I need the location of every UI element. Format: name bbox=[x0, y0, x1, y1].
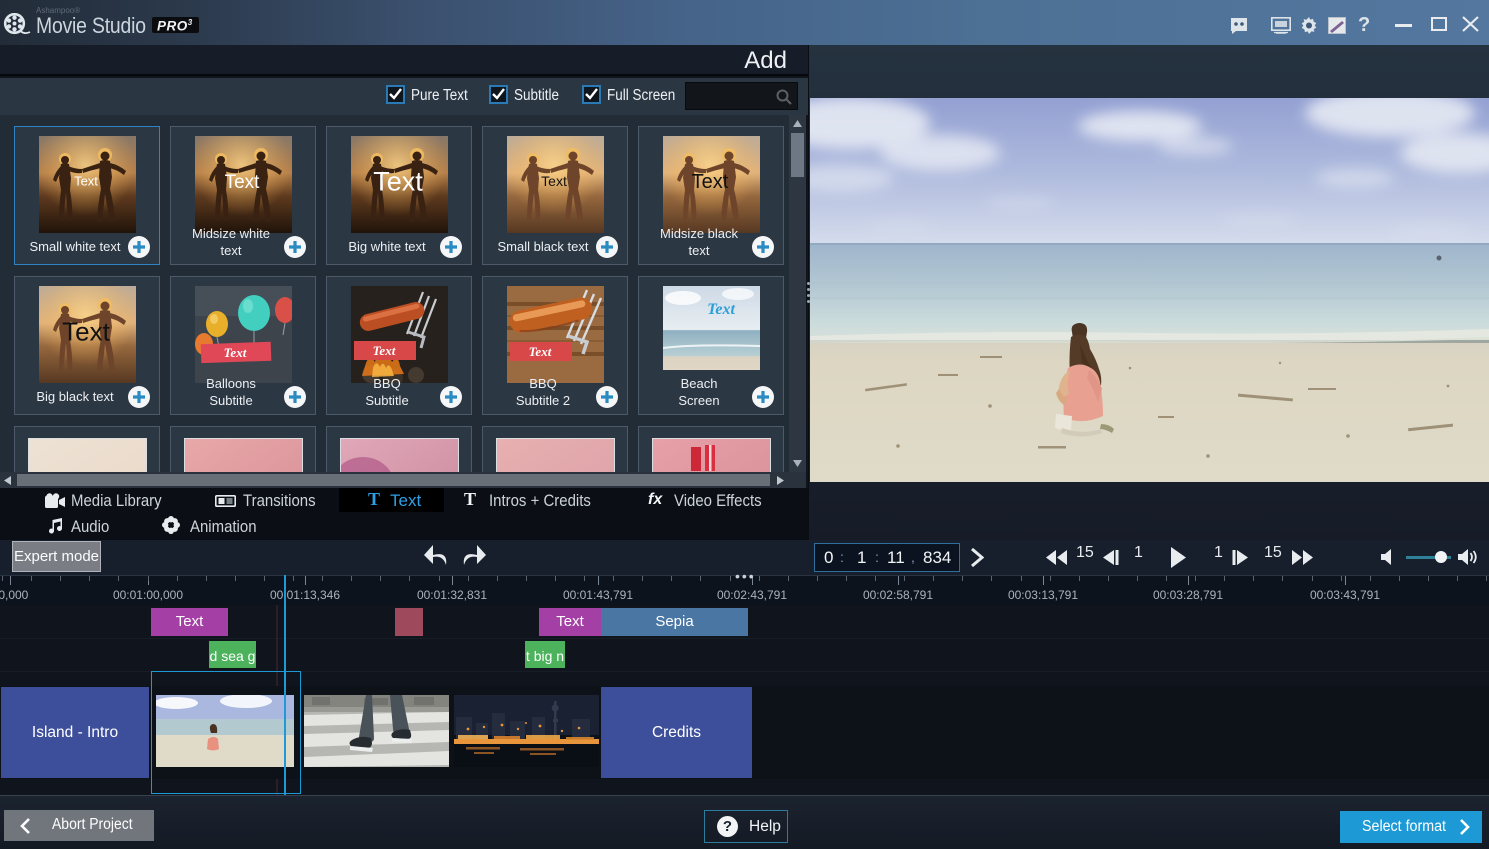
svg-text:Text: Text bbox=[224, 345, 247, 360]
svg-text:Text: Text bbox=[529, 344, 552, 359]
svg-text:Text: Text bbox=[225, 172, 261, 193]
svg-text:Text: Text bbox=[707, 301, 735, 318]
svg-text:Text: Text bbox=[541, 173, 567, 189]
svg-text:Text: Text bbox=[692, 171, 729, 193]
svg-text:Text: Text bbox=[74, 174, 98, 189]
svg-text:Text: Text bbox=[373, 167, 423, 197]
svg-text:Text: Text bbox=[62, 316, 110, 346]
svg-text:Text: Text bbox=[373, 343, 396, 358]
